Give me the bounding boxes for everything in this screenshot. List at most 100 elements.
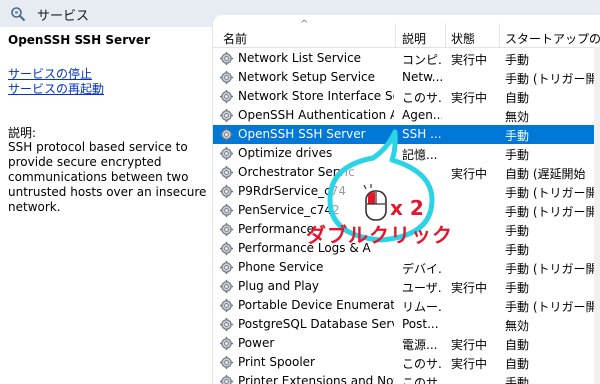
service-row[interactable]: Network Setup Service Netw... 手動 (トリガー開 (213, 68, 600, 87)
service-name-cell: Optimize drives (238, 146, 333, 160)
service-gear-icon (219, 317, 234, 332)
column-header-name[interactable]: 名前 (223, 30, 393, 47)
column-header-startup[interactable]: スタートアップの種 (505, 30, 600, 47)
service-name-cell: Network List Service (238, 51, 362, 65)
service-startup-cell: 自動 (505, 357, 530, 371)
service-gear-icon (219, 51, 234, 66)
service-startup-cell: 手動 (トリガー開 (505, 186, 598, 200)
service-gear-icon (219, 374, 234, 384)
service-description-cell: このサ... (402, 91, 442, 105)
service-description-cell: このサ... (402, 376, 442, 384)
column-divider[interactable] (445, 23, 446, 47)
double-click-multiplier: x 2 (390, 196, 424, 220)
magnifier-gear-icon (11, 7, 26, 22)
double-click-label: ダブルクリック (306, 223, 453, 247)
service-name-cell: Print Spooler (238, 355, 315, 369)
service-description-cell: このサ... (402, 357, 442, 371)
service-gear-icon (219, 355, 234, 370)
service-gear-icon (219, 70, 234, 85)
service-gear-icon (219, 184, 234, 199)
column-divider[interactable] (395, 23, 396, 47)
service-row[interactable]: Orchestrator Servic 実行中 自動 (遅延開始 (213, 163, 600, 182)
service-name-cell: PenService_c742 (238, 203, 340, 217)
service-gear-icon (219, 127, 234, 142)
service-startup-cell: 手動 (505, 129, 530, 143)
service-row[interactable]: Portable Device Enumerator... リムー... 手動 (ト… (213, 296, 600, 315)
service-description-cell: ユーザ... (402, 281, 442, 295)
service-name-cell: PostgreSQL Database Server... (238, 317, 394, 331)
service-row[interactable]: Optimize drives 記憶... 手動 (213, 144, 600, 163)
service-row[interactable]: Network List Service コンピ... 実行中 手動 (213, 49, 600, 68)
service-description-cell: Post... (402, 317, 439, 331)
service-startup-cell: 無効 (505, 319, 530, 333)
service-startup-cell: 手動 (505, 376, 530, 384)
service-gear-icon (219, 89, 234, 104)
service-name-cell: Network Setup Service (238, 70, 376, 84)
service-startup-cell: 自動 (505, 338, 530, 352)
service-startup-cell: 手動 (505, 281, 530, 295)
service-row[interactable]: Network Store Interface Ser... このサ... 実行中 自… (213, 87, 600, 106)
service-row[interactable]: PostgreSQL Database Server... Post... 無効 (213, 315, 600, 334)
service-startup-cell: 手動 (トリガー開 (505, 72, 598, 86)
service-name-cell: Portable Device Enumerator... (238, 298, 394, 312)
restart-service-link[interactable]: サービスの再起動 (8, 80, 104, 97)
service-startup-cell: 手動 (505, 53, 530, 67)
service-startup-cell: 自動 (遅延開始 (505, 167, 586, 181)
service-name-cell: Network Store Interface Ser... (238, 89, 394, 103)
service-description-cell: Agen... (402, 108, 442, 122)
service-startup-cell: 手動 (トリガー開 (505, 262, 598, 276)
sort-ascending-icon: ^ (300, 19, 309, 30)
service-row[interactable]: OpenSSH SSH Server SSH ... 手動 (213, 125, 600, 144)
service-description-cell: リムー... (402, 300, 442, 314)
service-description-cell: 記憶... (402, 148, 438, 162)
service-name-cell: Power (238, 336, 275, 350)
service-detail-pane: OpenSSH SSH Server サービスの停止 サービスの再起動 説明: … (0, 27, 212, 384)
service-state-cell: 実行中 (451, 167, 488, 181)
service-gear-icon (219, 165, 234, 180)
vertical-scrollbar[interactable] (594, 47, 600, 384)
service-state-cell: 実行中 (451, 357, 488, 371)
service-gear-icon (219, 108, 234, 123)
service-gear-icon (219, 241, 234, 256)
column-header-description[interactable]: 説明 (402, 30, 442, 47)
service-description-cell: デバイ... (402, 262, 442, 276)
service-description-cell: Netw... (402, 70, 442, 84)
service-row[interactable]: Print Spooler このサ... 実行中 自動 (213, 353, 600, 372)
service-startup-cell: 手動 (505, 243, 530, 257)
service-gear-icon (219, 222, 234, 237)
service-gear-icon (219, 279, 234, 294)
column-header-state[interactable]: 状態 (451, 30, 499, 47)
service-state-cell: 実行中 (451, 281, 488, 295)
service-name-cell: Plug and Play (238, 279, 320, 293)
service-startup-cell: 無効 (505, 110, 530, 124)
column-divider[interactable] (499, 23, 500, 47)
service-startup-cell: 手動 (トリガー開 (505, 300, 598, 314)
service-row[interactable]: Plug and Play ユーザ... 実行中 手動 (213, 277, 600, 296)
service-startup-cell: 手動 (505, 224, 530, 238)
service-name-cell: Printer Extensions and Notif... (238, 374, 394, 384)
service-startup-cell: 手動 (トリガー開 (505, 205, 598, 219)
service-row[interactable]: Printer Extensions and Notif... このサ... 手動 (213, 372, 600, 384)
window-title: サービス (37, 9, 90, 24)
service-name-cell: Orchestrator Servic (238, 165, 355, 179)
service-name-heading: OpenSSH SSH Server (8, 33, 150, 47)
service-gear-icon (219, 260, 234, 275)
service-name-cell: P9RdrService_c74 (238, 184, 346, 198)
service-gear-icon (219, 336, 234, 351)
service-startup-cell: 自動 (505, 91, 530, 105)
column-headers: ^ 名前 説明 状態 スタートアップの種 (213, 15, 600, 48)
service-row[interactable]: Phone Service デバイ... 手動 (トリガー開 (213, 258, 600, 277)
service-name-cell: Phone Service (238, 260, 324, 274)
service-state-cell: 実行中 (451, 91, 488, 105)
service-row[interactable]: OpenSSH Authentication A... Agen... 無効 (213, 106, 600, 125)
service-gear-icon (219, 146, 234, 161)
service-description-cell: 電源... (402, 338, 438, 352)
service-description-cell: コンピ... (402, 53, 442, 67)
service-startup-cell: 手動 (505, 148, 530, 162)
service-row[interactable]: Power 電源... 実行中 自動 (213, 334, 600, 353)
service-state-cell: 実行中 (451, 53, 488, 67)
service-state-cell: 実行中 (451, 338, 488, 352)
service-name-cell: OpenSSH Authentication A... (238, 108, 394, 122)
description-text: SSH protocol based service to provide se… (8, 140, 207, 214)
service-gear-icon (219, 298, 234, 313)
